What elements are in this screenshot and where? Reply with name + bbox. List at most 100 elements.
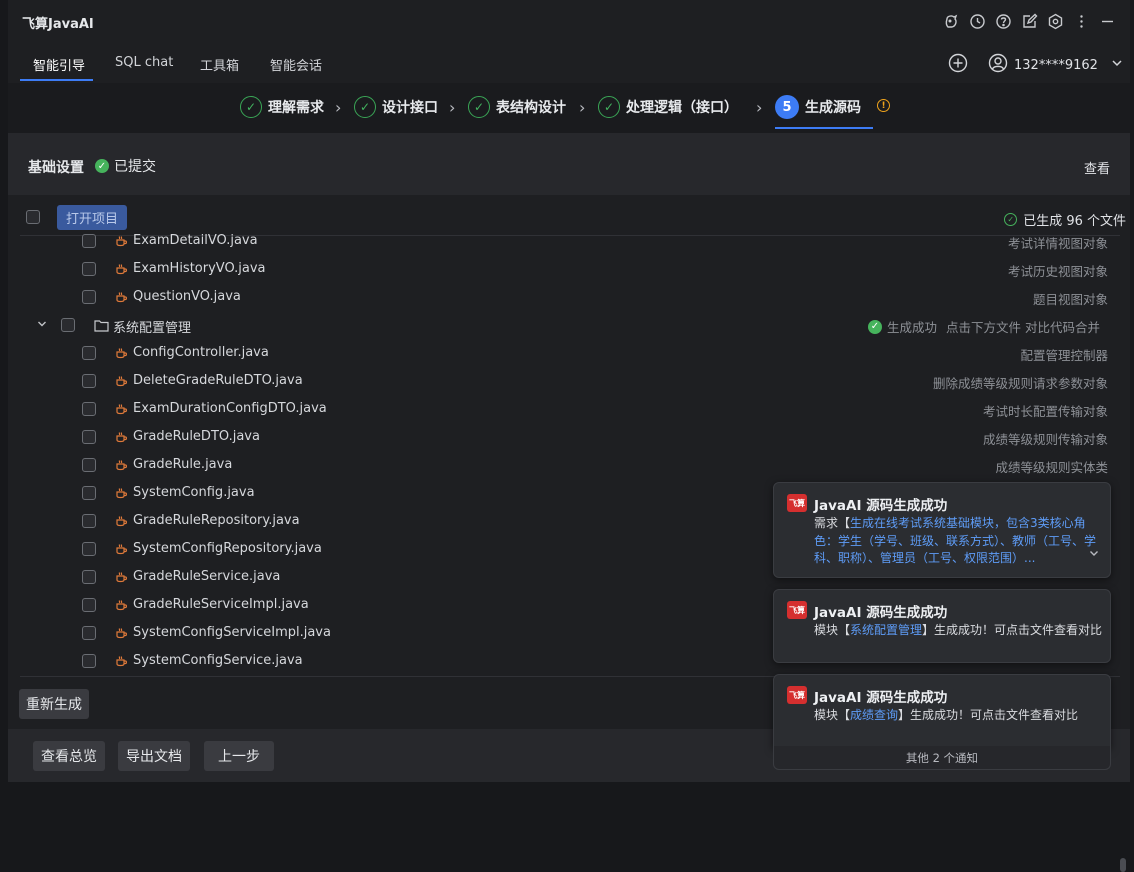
ai-assistant-icon[interactable] [940,10,962,32]
user-menu[interactable]: 132****9162 [988,53,1124,77]
file-name[interactable]: ConfigController.java [133,345,269,360]
file-name[interactable]: GradeRuleRepository.java [133,513,300,528]
file-name[interactable]: SystemConfigRepository.java [133,541,322,556]
file-checkbox[interactable] [82,626,96,640]
file-name[interactable]: SystemConfigService.java [133,653,303,668]
file-row[interactable]: ExamDetailVO.java 考试详情视图对象 [20,228,1120,256]
scrollbar-thumb[interactable] [1120,858,1126,872]
file-checkbox[interactable] [82,234,96,248]
step-label: 处理逻辑（接口） [626,100,738,116]
file-name[interactable]: SystemConfigServiceImpl.java [133,625,331,640]
tab-toolbox[interactable]: 工具箱 [200,55,239,74]
file-name[interactable]: ExamHistoryVO.java [133,261,266,276]
file-checkbox[interactable] [82,402,96,416]
tab-sql-chat[interactable]: SQL chat [115,55,173,70]
folder-name[interactable]: 系统配置管理 [113,317,191,336]
check-icon: ✓ [868,319,882,334]
notification-link[interactable]: 成绩查询 [850,708,898,722]
file-name[interactable]: ExamDurationConfigDTO.java [133,401,327,416]
file-name[interactable]: GradeRuleDTO.java [133,429,260,444]
file-checkbox[interactable] [82,290,96,304]
java-file-icon [115,627,128,640]
notification[interactable]: 飞算 JavaAI 源码生成成功 需求【生成在线考试系统基础模块，包含3类核心角… [773,482,1111,578]
file-row[interactable]: DeleteGradeRuleDTO.java 删除成绩等级规则请求参数对象 [20,368,1120,396]
file-row[interactable]: QuestionVO.java 题目视图对象 [20,284,1120,312]
file-description: 考试详情视图对象 [1007,236,1108,251]
step-label: 理解需求 [268,100,324,116]
file-checkbox[interactable] [82,598,96,612]
tab-smart-guide[interactable]: 智能引导 [33,55,85,74]
folder-checkbox[interactable] [61,318,75,332]
folder-status: ✓ 生成成功 点击下方文件 对比代码合并 [868,317,1100,336]
file-checkbox[interactable] [82,374,96,388]
java-file-icon [115,571,128,584]
chevron-down-icon[interactable] [36,318,48,333]
file-row[interactable]: ConfigController.java 配置管理控制器 [20,340,1120,368]
export-docs-button[interactable]: 导出文档 [118,741,190,771]
regenerate-button[interactable]: 重新生成 [19,689,89,719]
file-row[interactable]: ExamHistoryVO.java 考试历史视图对象 [20,256,1120,284]
java-file-icon [115,403,128,416]
settings-icon[interactable] [1044,10,1066,32]
file-name[interactable]: DeleteGradeRuleDTO.java [133,373,303,388]
step-understand-requirements[interactable]: ✓ 理解需求 [240,96,324,118]
file-description: 成绩等级规则实体类 [995,460,1108,475]
file-checkbox[interactable] [82,654,96,668]
file-checkbox[interactable] [82,346,96,360]
chevron-down-icon [1110,56,1124,74]
submitted-status: ✓ 已提交 [95,156,156,176]
previous-step-button[interactable]: 上一步 [204,741,274,771]
more-icon[interactable] [1070,10,1092,32]
file-row[interactable]: ExamDurationConfigDTO.java 考试时长配置传输对象 [20,396,1120,424]
file-checkbox[interactable] [82,486,96,500]
file-checkbox[interactable] [82,542,96,556]
file-name[interactable]: GradeRuleServiceImpl.java [133,597,309,612]
info-icon[interactable]: ! [877,99,890,112]
file-checkbox[interactable] [82,430,96,444]
history-icon[interactable] [966,10,988,32]
step-label: 生成源码 [805,100,861,116]
step-table-design[interactable]: ✓ 表结构设计 [468,96,566,118]
java-file-icon [115,487,128,500]
notification[interactable]: 飞算 JavaAI 源码生成成功 模块【成绩查询】生成成功！可点击文件查看对比 [773,674,1111,748]
step-process-logic[interactable]: ✓ 处理逻辑（接口） [598,96,738,118]
chevron-down-icon[interactable] [1088,547,1100,562]
tab-smart-chat[interactable]: 智能会话 [270,55,322,74]
file-name[interactable]: ExamDetailVO.java [133,233,258,248]
file-description: 成绩等级规则传输对象 [982,432,1108,447]
notification-link[interactable]: 系统配置管理 [850,623,922,637]
file-row[interactable]: GradeRule.java 成绩等级规则实体类 [20,452,1120,480]
file-name[interactable]: QuestionVO.java [133,289,241,304]
file-checkbox[interactable] [82,570,96,584]
view-button[interactable]: 查看 [1084,158,1110,177]
open-project-button[interactable]: 打开项目 [57,205,127,230]
minimize-icon[interactable] [1096,10,1118,32]
notification[interactable]: 飞算 JavaAI 源码生成成功 模块【系统配置管理】生成成功！可点击文件查看对… [773,589,1111,663]
file-checkbox[interactable] [82,514,96,528]
step-generate-source[interactable]: 5 生成源码 [775,95,861,119]
java-file-icon [115,655,128,668]
notification-body: 模块【系统配置管理】生成成功！可点击文件查看对比 [814,622,1110,640]
file-name[interactable]: GradeRuleService.java [133,569,280,584]
chevron-right-icon: › [579,98,586,117]
plus-icon[interactable] [948,53,968,77]
notification-body: 需求【生成在线考试系统基础模块，包含3类核心角色：学生（学号、班级、联系方式）、… [814,515,1104,567]
select-all-checkbox[interactable] [26,210,40,224]
file-name[interactable]: SystemConfig.java [133,485,255,500]
notification-body: 模块【成绩查询】生成成功！可点击文件查看对比 [814,707,1104,725]
file-name[interactable]: GradeRule.java [133,457,232,472]
file-row[interactable]: GradeRuleDTO.java 成绩等级规则传输对象 [20,424,1120,452]
file-description: 考试时长配置传输对象 [982,404,1108,419]
check-icon: ✓ [598,96,620,118]
file-checkbox[interactable] [82,262,96,276]
help-icon[interactable] [992,10,1014,32]
view-overview-button[interactable]: 查看总览 [33,741,105,771]
step-design-api[interactable]: ✓ 设计接口 [354,96,438,118]
notification-link[interactable]: 生成在线考试系统基础模块，包含3类核心角色：学生（学号、班级、联系方式）、教师（… [814,516,1096,565]
file-checkbox[interactable] [82,458,96,472]
folder-row[interactable]: 系统配置管理 ✓ 生成成功 点击下方文件 对比代码合并 [20,312,1120,340]
more-notifications[interactable]: 其他 2 个通知 [773,746,1111,770]
edit-icon[interactable] [1018,10,1040,32]
generated-count: ✓ 已生成 96 个文件 [1004,210,1126,229]
notification-prefix: 模块【 [814,623,851,637]
